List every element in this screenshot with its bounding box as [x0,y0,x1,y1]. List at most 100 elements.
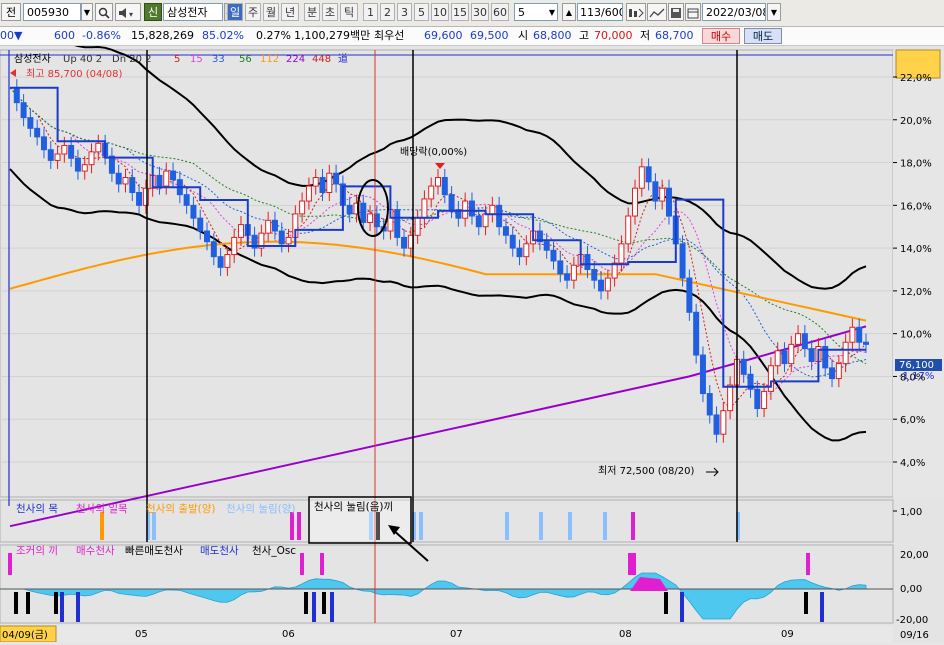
candle-body [462,200,469,219]
tab-period-day[interactable]: 일 [227,3,243,21]
candle-body [842,341,849,365]
price-axis-label: 14,0% [900,244,932,255]
candle-body [61,144,68,155]
candle-body [20,102,27,119]
tab-period-second[interactable]: 초 [322,3,338,21]
toolbar: 전 005930 ▼ ▾ 신 삼성전자 ◂ 일 주 월 년 분 초 틱 1 2 … [0,0,944,27]
candle-body [333,172,340,185]
candle-body [835,363,842,380]
interval-3[interactable]: 3 [397,3,412,21]
ind1-label-4: 천사의 눌림(음)끼 [314,501,393,513]
fast-sell-bar [54,592,58,614]
credit-tag[interactable]: 신 [144,3,162,21]
ind1-label-0: 천사의 목 [16,503,58,515]
candle-body [557,260,564,275]
price-axis-label: 4,0% [900,458,925,469]
interval-10[interactable]: 10 [431,3,449,21]
candle-body [645,166,652,183]
candle-body [299,200,306,215]
change-value: 600 [54,29,75,42]
candle-body [659,187,666,202]
tab-period-week[interactable]: 주 [245,3,261,21]
candle-body [679,243,686,279]
interval-15[interactable]: 15 [451,3,469,21]
candle-body [489,204,496,215]
high-value: 70,000 [594,29,633,42]
candle-body [754,388,761,410]
candle-body [13,87,20,104]
interval-60[interactable]: 60 [491,3,509,21]
tab-period-tick[interactable]: 틱 [340,3,358,21]
candle-body [285,236,292,245]
tab-period-month[interactable]: 월 [263,3,279,21]
candle-body [638,166,645,189]
ind1-bar [297,512,301,540]
tab-period-minute[interactable]: 분 [304,3,320,21]
candle-body [774,350,781,367]
buy-angel-bar [300,553,304,575]
current-change: -1,17% [899,371,934,382]
candle-body [115,172,122,185]
date-dropdown-icon[interactable]: ▼ [767,3,781,21]
sell-button[interactable]: 매도 [744,28,782,44]
price-legend-ma448: 448 [312,54,331,65]
amount-value: 1,100,279백만 [294,29,371,42]
candle-body [761,390,768,410]
candle-body [156,174,163,187]
open-value: 68,800 [533,29,572,42]
interval-1[interactable]: 1 [363,3,378,21]
candle-body [95,142,102,153]
prev-icon[interactable]: ▲ [562,3,576,21]
config-icon[interactable] [626,3,646,21]
candle-body [686,277,693,313]
candle-body [856,326,863,343]
interval-5[interactable]: 5 [414,3,429,21]
candle-body [618,243,625,264]
best-ask-label: 최우선 [374,29,405,42]
chart-type-icon[interactable] [647,3,667,21]
search-icon[interactable] [95,3,113,21]
candle-body [305,185,312,202]
candle-body [326,172,333,193]
sound-icon[interactable]: ▾ [115,3,141,21]
date-field[interactable]: 2022/03/08 [702,3,766,21]
candle-body [523,243,530,258]
stock-name-field[interactable]: 삼성전자 [163,3,223,21]
candle-body [68,144,75,159]
market-prefix-button[interactable]: 전 [1,3,21,21]
interval-2[interactable]: 2 [380,3,395,21]
step-dropdown-icon[interactable]: ▼ [549,4,555,20]
save-icon[interactable] [668,3,684,21]
fast-sell-bar [664,592,668,614]
candle-body [699,354,706,395]
indicator-panel-1[interactable] [0,499,894,543]
candle-body [81,164,88,172]
price-axis-label: 20,0% [900,116,932,127]
count-field[interactable]: 113/600 [577,3,623,21]
candle-body [231,236,238,256]
chart-svg[interactable]: 삼성전자 Up 40 2 Dn 20 2 5 15 33 56 112 224 … [0,18,944,643]
stock-code-input[interactable]: 005930 [23,3,81,21]
step-select[interactable]: 5 ▼ [514,3,558,21]
candle-body [210,241,217,258]
date-month-06: 06 [282,629,295,640]
fast-sell-bar [322,592,326,614]
candle-body [516,247,523,258]
candle-body [34,127,41,138]
interval-30[interactable]: 30 [471,3,489,21]
change-percent: -0.86% [82,29,121,42]
candle-body [632,187,639,217]
candle-body [808,348,815,362]
candle-body [367,213,374,223]
price-legend-ma56: 56 [239,54,252,65]
sell-angel-bar [680,592,684,622]
chart-area[interactable]: 삼성전자 Up 40 2 Dn 20 2 5 15 33 56 112 224 … [0,18,944,643]
tab-period-year[interactable]: 년 [281,3,299,21]
code-dropdown-icon[interactable]: ▼ [81,3,93,21]
buy-button[interactable]: 매수 [702,28,740,44]
calendar-icon[interactable] [685,3,701,21]
candle-body [27,117,34,129]
sell-angel-bar [60,592,64,622]
candle-body [237,224,244,238]
candle-body [129,177,136,193]
